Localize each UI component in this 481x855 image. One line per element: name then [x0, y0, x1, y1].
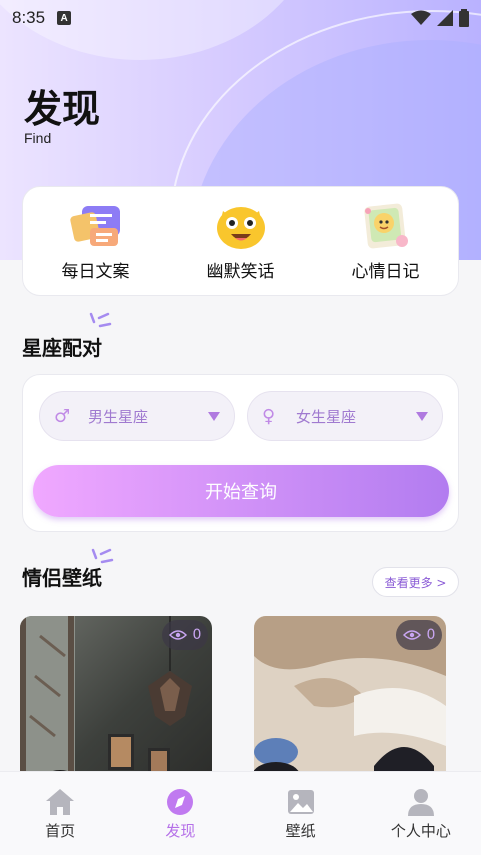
mood-diary-icon	[357, 201, 415, 251]
tab-discover[interactable]: 发现	[130, 788, 230, 855]
zodiac-section-title: 星座配对	[22, 336, 102, 360]
zodiac-card: ♂ 男生星座 ♀ 女生星座 开始查询	[22, 374, 459, 532]
feature-label: 每日文案	[61, 261, 130, 282]
image-icon	[287, 790, 314, 814]
male-symbol-icon: ♂	[54, 405, 71, 427]
feature-jokes[interactable]: 幽默笑话	[176, 201, 306, 282]
feature-label: 幽默笑话	[206, 261, 275, 282]
notification-badge: A	[57, 11, 72, 25]
status-time: 8:35	[12, 8, 46, 27]
page-title: 发现	[24, 87, 101, 131]
tab-home[interactable]: 首页	[10, 788, 110, 855]
tab-profile[interactable]: 个人中心	[371, 788, 471, 855]
view-count-badge: 0	[396, 620, 442, 650]
see-more-button[interactable]: 查看更多 >	[372, 567, 459, 597]
battery-icon	[459, 9, 469, 27]
feature-label: 心情日记	[351, 261, 420, 282]
view-count: 0	[192, 627, 202, 643]
feature-card: 每日文案 幽默笑话 心情日记	[22, 186, 459, 296]
wallpaper-section-title: 情侣壁纸	[22, 566, 102, 590]
feature-daily-copy[interactable]: 每日文案	[31, 201, 161, 282]
female-symbol-icon: ♀	[262, 405, 276, 427]
female-zodiac-select[interactable]: ♀ 女生星座	[247, 391, 443, 441]
dropdown-arrow-icon	[208, 411, 220, 421]
signal-icon	[437, 10, 453, 26]
sparkle-icon	[89, 312, 112, 328]
wifi-icon	[411, 10, 431, 25]
tab-label: 壁纸	[285, 822, 316, 840]
eye-icon	[168, 630, 187, 640]
dropdown-arrow-icon	[416, 411, 428, 421]
feature-mood-diary[interactable]: 心情日记	[321, 201, 451, 282]
eye-icon	[402, 630, 421, 640]
tab-label: 发现	[165, 822, 196, 840]
male-zodiac-select[interactable]: ♂ 男生星座	[39, 391, 235, 441]
tab-label: 个人中心	[390, 822, 451, 840]
home-icon	[46, 789, 75, 815]
male-zodiac-label: 男生星座	[88, 407, 149, 426]
bottom-tab-bar: 首页 发现 壁纸 个人中心	[0, 771, 481, 855]
view-count-badge: 0	[162, 620, 208, 650]
tab-wallpaper[interactable]: 壁纸	[251, 788, 351, 855]
laughing-emoji-icon	[212, 201, 270, 251]
start-query-button[interactable]: 开始查询	[33, 465, 449, 517]
view-count: 0	[426, 627, 436, 643]
copywriting-icon	[67, 201, 125, 251]
female-zodiac-label: 女生星座	[296, 407, 357, 426]
compass-icon	[167, 789, 194, 815]
user-icon	[407, 789, 434, 816]
page-subtitle: Find	[24, 130, 52, 146]
status-bar: 8:35 A	[0, 0, 481, 36]
tab-label: 首页	[45, 822, 76, 840]
wallpaper-card[interactable]: 0	[20, 616, 212, 786]
wallpaper-card[interactable]: 0	[254, 616, 446, 786]
